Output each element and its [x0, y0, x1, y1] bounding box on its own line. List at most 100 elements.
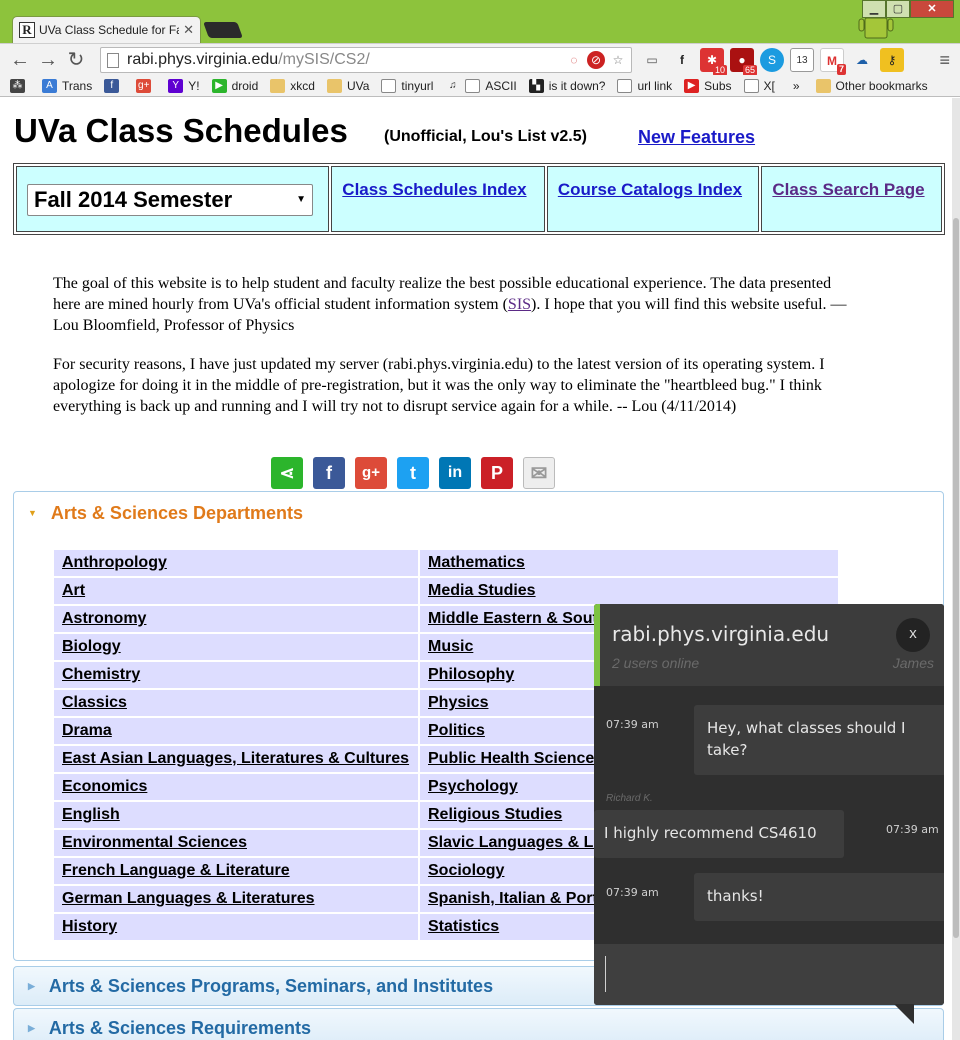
department-link[interactable]: Environmental Sciences — [62, 834, 247, 851]
page-scrollbar[interactable] — [952, 98, 960, 1040]
menu-icon[interactable]: ≡ — [939, 50, 950, 71]
department-link[interactable]: Art — [62, 582, 85, 599]
department-link[interactable]: Economics — [62, 778, 147, 795]
department-link[interactable]: Anthropology — [62, 554, 167, 571]
address-bar[interactable]: rabi.phys.virginia.edu/mySIS/CS2/ ◌ ⊘ ☆ — [100, 47, 632, 73]
new-tab-button[interactable] — [203, 22, 243, 38]
department-link[interactable]: Public Health Sciences — [428, 750, 603, 767]
course-catalogs-index-link[interactable]: Course Catalogs Index — [558, 180, 742, 199]
department-cell: Art — [54, 578, 418, 604]
window-close-button[interactable]: ✕ — [910, 0, 954, 18]
facebook-icon[interactable]: f — [313, 457, 345, 489]
keyhole-icon[interactable]: ⚷ — [880, 48, 904, 72]
bookmark-yahoo[interactable]: Y Y! — [168, 78, 200, 93]
department-link[interactable]: French Language & Literature — [62, 862, 290, 879]
bookmark-isitdown[interactable]: ▚ is it down? — [528, 78, 605, 93]
new-features-link[interactable]: New Features — [638, 127, 755, 148]
accordion-header-departments[interactable]: ▼ Arts & Sciences Departments — [14, 492, 943, 534]
block-icon[interactable]: ⊘ — [587, 51, 605, 69]
chat-input[interactable] — [594, 944, 944, 1005]
bookmark-gplus[interactable]: g+ — [136, 78, 156, 93]
department-cell: East Asian Languages, Literatures & Cult… — [54, 746, 418, 772]
department-cell: Economics — [54, 774, 418, 800]
browser-tab[interactable]: R UVa Class Schedule for Fall ✕ — [12, 16, 201, 43]
department-link[interactable]: Classics — [62, 694, 127, 711]
department-link[interactable]: Philosophy — [428, 666, 514, 683]
department-link[interactable]: Physics — [428, 694, 488, 711]
page-icon — [617, 78, 633, 93]
window-controls: ▁ ▢ ✕ — [862, 0, 954, 18]
class-schedules-cell: Class Schedules Index — [331, 166, 545, 232]
font-icon[interactable]: f — [670, 48, 694, 72]
department-link[interactable]: East Asian Languages, Literatures & Cult… — [62, 750, 409, 767]
minimize-button[interactable]: ▁ — [862, 0, 886, 18]
bookmark-droid[interactable]: ▶ droid — [211, 78, 258, 93]
department-link[interactable]: Psychology — [428, 778, 518, 795]
back-icon[interactable]: ← — [8, 48, 32, 72]
play-store-icon: ▶ — [211, 78, 227, 93]
extension-red-icon[interactable]: ✱ 10 — [700, 48, 727, 76]
semester-select[interactable]: Fall 2014 Semester ▼ — [27, 184, 313, 216]
bookmark-tinyurl[interactable]: tinyurl — [381, 78, 433, 93]
accordion-title: Arts & Sciences Departments — [50, 502, 304, 523]
sis-link[interactable]: SIS — [508, 296, 531, 313]
chat-message-outgoing: Hey, what classes should I take? — [694, 705, 944, 775]
google-plus-icon[interactable]: g+ — [355, 457, 387, 489]
checker-icon: ▚ — [528, 78, 544, 93]
bookmarks-overflow[interactable]: » — [793, 79, 800, 93]
translate-icon[interactable]: ◌ — [565, 51, 583, 69]
linkedin-icon[interactable]: in — [439, 457, 471, 489]
bookmark-xkcd[interactable]: xkcd — [270, 78, 315, 93]
other-bookmarks[interactable]: Other bookmarks — [815, 78, 928, 93]
bookmark-subs[interactable]: ▶ Subs — [684, 78, 732, 93]
star-icon[interactable]: ☆ — [609, 51, 627, 69]
class-search-page-link[interactable]: Class Search Page — [772, 180, 924, 199]
cloud-icon[interactable]: ☁ — [850, 48, 874, 72]
chat-header: rabi.phys.virginia.edu 2 users online Ja… — [594, 604, 944, 686]
department-link[interactable]: Drama — [62, 722, 112, 739]
maximize-button[interactable]: ▢ — [886, 0, 910, 18]
calendar-icon[interactable]: 13 — [790, 48, 814, 72]
department-link[interactable]: Astronomy — [62, 610, 146, 627]
email-icon[interactable]: ✉ — [523, 457, 555, 489]
apple-icon[interactable]: ● 65 — [730, 48, 757, 76]
skype-icon[interactable]: S — [760, 48, 784, 72]
department-link[interactable]: Music — [428, 638, 473, 655]
bookmark-uva[interactable]: UVa — [326, 78, 369, 93]
bookmark-ascii[interactable]: ♫ ASCII — [445, 78, 517, 93]
department-link[interactable]: German Languages & Literatures — [62, 890, 315, 907]
chat-host: rabi.phys.virginia.edu — [612, 622, 830, 646]
chat-close-button[interactable]: x — [896, 618, 930, 652]
department-link[interactable]: Biology — [62, 638, 121, 655]
share-icon[interactable]: ⋖ — [271, 457, 303, 489]
accordion-title: Arts & Sciences Programs, Seminars, and … — [48, 975, 494, 996]
department-link[interactable]: Politics — [428, 722, 485, 739]
department-link[interactable]: History — [62, 918, 117, 935]
department-link[interactable]: Mathematics — [428, 554, 525, 571]
accordion-requirements[interactable]: ▶ Arts & Sciences Requirements — [13, 1008, 944, 1040]
class-schedules-index-link[interactable]: Class Schedules Index — [342, 180, 526, 199]
department-link[interactable]: Sociology — [428, 862, 504, 879]
reload-icon[interactable]: ↻ — [64, 48, 88, 72]
bookmark-x[interactable]: X[ — [743, 78, 775, 93]
scrollbar-thumb[interactable] — [953, 218, 959, 938]
url-host: rabi.phys.virginia.edu — [127, 51, 279, 68]
cast-icon[interactable]: ▭ — [640, 48, 664, 72]
department-link[interactable]: Chemistry — [62, 666, 140, 683]
bookmark-apps[interactable]: ⁂ — [10, 78, 30, 93]
department-cell: Environmental Sciences — [54, 830, 418, 856]
department-link[interactable]: Religious Studies — [428, 806, 562, 823]
gmail-icon[interactable]: M7 — [820, 48, 846, 75]
department-link[interactable]: Statistics — [428, 918, 499, 935]
bookmark-trans[interactable]: A Trans — [42, 78, 92, 93]
tab-close-icon[interactable]: ✕ — [183, 22, 194, 38]
department-link[interactable]: Media Studies — [428, 582, 536, 599]
department-link[interactable]: English — [62, 806, 120, 823]
department-cell: Classics — [54, 690, 418, 716]
bookmark-facebook[interactable]: f — [104, 78, 124, 93]
chat-tail — [894, 1004, 914, 1024]
twitter-icon[interactable]: t — [397, 457, 429, 489]
forward-icon[interactable]: → — [36, 48, 60, 72]
pinterest-icon[interactable]: P — [481, 457, 513, 489]
bookmark-urllink[interactable]: url link — [617, 78, 672, 93]
